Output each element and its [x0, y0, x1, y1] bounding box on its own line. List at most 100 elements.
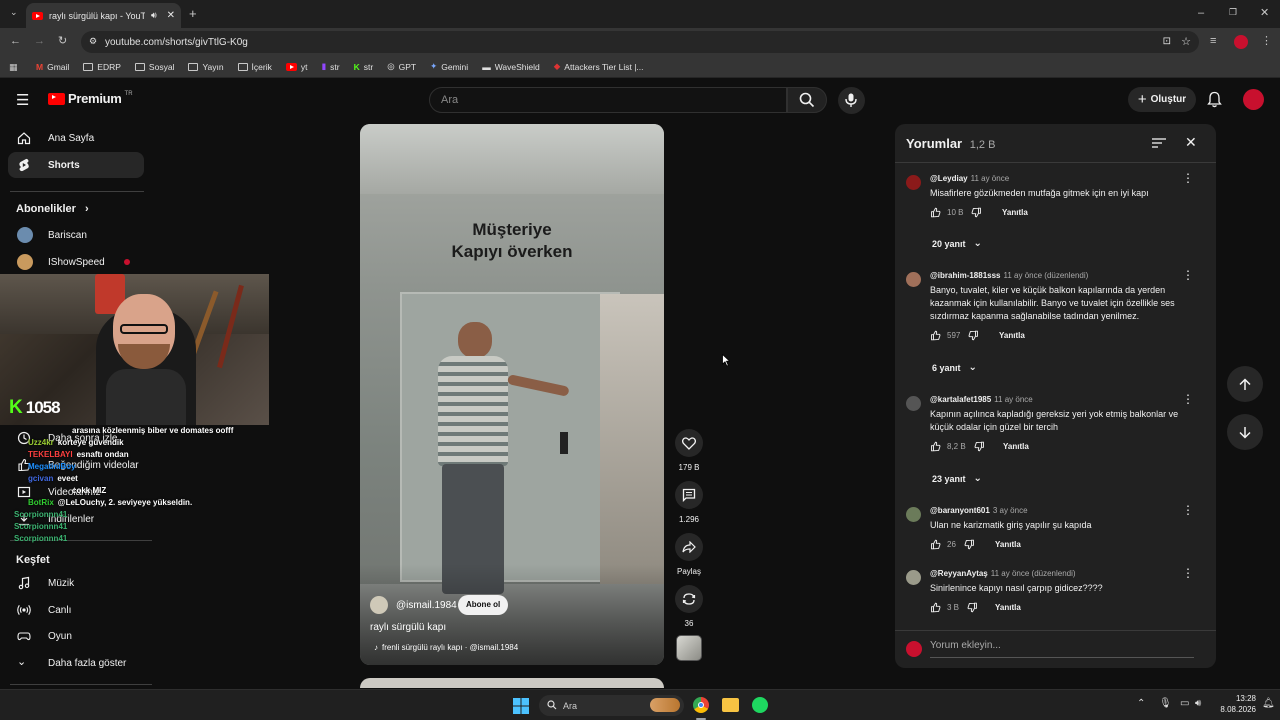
share-button[interactable] — [675, 533, 703, 561]
avatar[interactable] — [906, 396, 921, 411]
comment-author[interactable]: @ReyyanAytaş 11 ay önce (düzenlendi) — [930, 569, 1076, 578]
back-icon[interactable]: ← — [10, 36, 21, 47]
network-icon[interactable]: ▭ — [1180, 698, 1189, 709]
bookmark-yt[interactable]: yt — [285, 62, 307, 72]
browser-tab[interactable]: raylı sürgülü kapı - YouTube 🔊︎ ✕ — [26, 3, 181, 28]
sidebar-show-more[interactable]: ⌄ Daha fazla göster — [8, 650, 144, 676]
bookmark-waveshield[interactable]: ▬ WaveShield — [482, 62, 540, 72]
short-video-player[interactable]: Müşteriye Kapıyı överken @ismail.1984 Ab… — [360, 124, 664, 665]
reply-button[interactable]: Yanıtla — [1003, 442, 1029, 451]
bookmark-twitch[interactable]: ▮ str — [321, 61, 339, 72]
avatar[interactable] — [906, 272, 921, 287]
create-button[interactable]: + Oluştur — [1128, 87, 1196, 112]
search-button[interactable] — [787, 87, 827, 113]
new-tab-icon[interactable]: + — [189, 7, 197, 20]
reload-icon[interactable]: ↻ — [58, 36, 67, 47]
reply-button[interactable]: Yanıtla — [995, 540, 1021, 549]
bookmark-sosyal[interactable]: Sosyal — [134, 62, 174, 72]
voice-search-button[interactable] — [838, 87, 865, 114]
bookmark-star-icon[interactable]: ☆ — [1181, 35, 1191, 48]
tray-mic-icon[interactable]: 🎙︎ — [1159, 698, 1172, 709]
view-replies-button[interactable]: 6 yanıt ⌄ — [932, 362, 977, 373]
profile-avatar-icon[interactable] — [1234, 35, 1248, 49]
sidebar-item-music[interactable]: Müzik — [8, 570, 144, 596]
thumbs-up-icon[interactable] — [930, 602, 941, 613]
notification-center-icon[interactable]: 🔔︎ — [1262, 698, 1275, 709]
channel-name[interactable]: @ismail.1984 — [396, 600, 457, 611]
sound-thumbnail[interactable] — [676, 635, 702, 661]
avatar[interactable] — [906, 507, 921, 522]
comment-more-icon[interactable]: ⋮ — [1182, 268, 1194, 282]
thumbs-down-icon[interactable] — [967, 602, 978, 613]
file-explorer-icon[interactable] — [722, 698, 739, 712]
close-comments-icon[interactable]: ✕ — [1185, 134, 1197, 151]
bookmark-kick[interactable]: Kstr — [354, 62, 374, 72]
restore-icon[interactable]: ❐ — [1229, 8, 1237, 17]
thumbs-down-icon[interactable] — [971, 207, 982, 218]
sidebar-item-live[interactable]: Canlı — [8, 597, 144, 623]
thumbs-down-icon[interactable] — [968, 330, 979, 341]
volume-icon[interactable]: 🔊︎ — [1195, 698, 1201, 709]
thumbs-up-icon[interactable] — [930, 330, 941, 341]
reply-button[interactable]: Yanıtla — [1002, 208, 1028, 217]
menu-hamburger-icon[interactable]: ☰ — [16, 91, 29, 109]
search-input[interactable]: Ara — [429, 87, 787, 113]
sidebar-sub-ishowspeed[interactable]: IShowSpeed — [8, 249, 144, 275]
taskbar-clock[interactable]: 13:28 8.08.2026 — [1212, 693, 1256, 715]
thumbs-down-icon[interactable] — [964, 539, 975, 550]
reply-button[interactable]: Yanıtla — [995, 603, 1021, 612]
sound-link[interactable]: ♪ frenli sürgülü raylı kapı · @ismail.19… — [374, 643, 518, 652]
address-bar[interactable]: ⚙ youtube.com/shorts/givTtlG-K0g ⊡ ☆ — [81, 31, 1199, 53]
forward-icon[interactable]: → — [34, 36, 45, 47]
install-app-icon[interactable]: ⊡ — [1163, 36, 1171, 47]
sidebar-item-gaming[interactable]: Oyun — [8, 623, 144, 649]
youtube-premium-logo[interactable]: Premium TR — [48, 91, 133, 106]
comments-button[interactable] — [675, 481, 703, 509]
bookmark-gpt[interactable]: ◎ GPT — [387, 61, 416, 72]
thumbs-up-icon[interactable] — [930, 441, 941, 452]
bookmark-attackers[interactable]: ◆ Attackers Tier List |... — [554, 61, 644, 72]
video-title[interactable]: raylı sürgülü kapı — [370, 622, 446, 633]
channel-avatar[interactable] — [370, 596, 388, 614]
tab-list-icon[interactable]: ⌄ — [10, 8, 18, 17]
remix-button[interactable] — [675, 585, 703, 613]
next-short-preview[interactable] — [360, 678, 664, 688]
spotify-icon[interactable] — [752, 697, 768, 713]
comment-more-icon[interactable]: ⋮ — [1182, 392, 1194, 406]
site-info-icon[interactable]: ⚙ — [89, 36, 97, 47]
subscriptions-heading[interactable]: Abonelikler › — [16, 203, 89, 215]
next-short-button[interactable] — [1227, 414, 1263, 450]
taskbar-search[interactable]: Ara — [539, 695, 684, 716]
minimize-icon[interactable]: – — [1198, 8, 1204, 19]
avatar[interactable] — [906, 175, 921, 190]
like-button[interactable] — [675, 429, 703, 457]
thumbs-down-icon[interactable] — [974, 441, 985, 452]
comment-author[interactable]: @Leydiay 11 ay önce — [930, 174, 1009, 183]
comment-input[interactable]: Yorum ekleyin... — [930, 640, 1194, 658]
bookmark-yayin[interactable]: Yayın — [188, 62, 224, 72]
thumbs-up-icon[interactable] — [930, 539, 941, 550]
account-avatar[interactable] — [1243, 89, 1264, 110]
bookmark-icerik[interactable]: İçerik — [237, 62, 272, 72]
comment-more-icon[interactable]: ⋮ — [1182, 171, 1194, 185]
sidebar-sub-bariscan[interactable]: Bariscan — [8, 222, 144, 248]
apps-grid-icon[interactable]: ▦ — [9, 62, 18, 73]
comment-author[interactable]: @kartalafet1985 11 ay önce — [930, 395, 1033, 404]
sidebar-item-home[interactable]: Ana Sayfa — [8, 125, 144, 151]
bookmark-gmail[interactable]: M Gmail — [36, 62, 69, 72]
bookmark-gemini[interactable]: ✦ Gemini — [430, 61, 468, 72]
close-window-icon[interactable]: ✕ — [1260, 8, 1269, 19]
windows-start-icon[interactable] — [513, 698, 529, 714]
previous-short-button[interactable] — [1227, 366, 1263, 402]
browser-menu-icon[interactable]: ⋮ — [1261, 36, 1272, 47]
reply-button[interactable]: Yanıtla — [999, 331, 1025, 340]
bookmark-edrp[interactable]: EDRP — [83, 62, 121, 72]
audio-icon[interactable]: 🔊︎ — [151, 10, 157, 21]
sort-icon[interactable] — [1152, 137, 1166, 149]
tray-overflow-icon[interactable]: ⌃ — [1137, 698, 1145, 709]
view-replies-button[interactable]: 23 yanıt ⌄ — [932, 473, 982, 484]
notifications-bell-icon[interactable] — [1207, 91, 1222, 108]
comment-author[interactable]: @ibrahim-1881sss 11 ay önce (düzenlendi) — [930, 271, 1088, 280]
comment-more-icon[interactable]: ⋮ — [1182, 566, 1194, 580]
view-replies-button[interactable]: 20 yanıt ⌄ — [932, 238, 982, 249]
